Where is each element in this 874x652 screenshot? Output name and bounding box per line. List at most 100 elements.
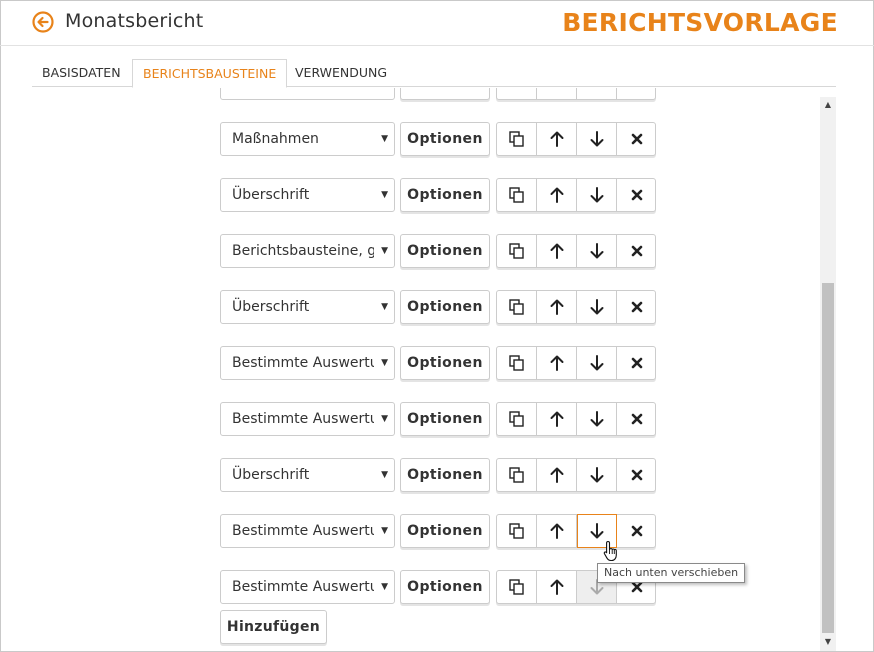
copy-button[interactable] (497, 515, 537, 547)
move-down-button[interactable] (577, 179, 617, 211)
options-button[interactable]: Optionen (400, 402, 490, 436)
copy-icon (508, 131, 524, 147)
close-icon (631, 469, 643, 481)
list-item: Bestimmte Auswertung ▼ Optionen (220, 346, 656, 380)
move-down-button[interactable] (577, 235, 617, 267)
select-value: Überschrift (232, 467, 310, 483)
move-up-button[interactable] (537, 179, 577, 211)
options-button[interactable] (400, 88, 490, 100)
select-value: Überschrift (232, 299, 310, 315)
delete-button[interactable] (617, 515, 657, 547)
select-value: Überschrift (232, 187, 310, 203)
options-button[interactable]: Optionen (400, 514, 490, 548)
tab-berichtsbausteine[interactable]: BERICHTSBAUSTEINE (132, 59, 288, 88)
copy-button[interactable] (497, 179, 537, 211)
add-button[interactable]: Hinzufügen (220, 610, 327, 644)
move-up-button[interactable] (537, 459, 577, 491)
copy-button[interactable] (497, 347, 537, 379)
delete-button[interactable] (617, 88, 657, 99)
move-up-button[interactable] (537, 88, 577, 99)
scroll-down-icon[interactable]: ▼ (820, 637, 836, 647)
list-item: Bestimmte Auswertung ▼ Optionen (220, 570, 656, 604)
baustein-select[interactable] (220, 88, 395, 100)
brand-title: BERICHTSVORLAGE (562, 8, 838, 37)
delete-button[interactable] (617, 291, 657, 323)
copy-button[interactable] (497, 571, 537, 603)
row-actions (496, 122, 656, 156)
baustein-select[interactable]: Maßnahmen ▼ (220, 122, 395, 156)
arrow-down-icon (590, 411, 603, 427)
arrow-up-icon (550, 243, 563, 259)
delete-button[interactable] (617, 235, 657, 267)
header: Monatsbericht BERICHTSVORLAGE (0, 0, 874, 46)
move-down-button[interactable] (577, 347, 617, 379)
options-button[interactable]: Optionen (400, 570, 490, 604)
copy-icon (508, 579, 524, 595)
tab-verwendung[interactable]: VERWENDUNG (285, 59, 397, 87)
baustein-select[interactable]: Bestimmte Auswertung ▼ (220, 346, 395, 380)
delete-button[interactable] (617, 347, 657, 379)
arrow-down-icon (590, 131, 603, 147)
options-button[interactable]: Optionen (400, 346, 490, 380)
options-button[interactable]: Optionen (400, 122, 490, 156)
baustein-select[interactable]: Bestimmte Auswertung ▼ (220, 570, 395, 604)
baustein-select[interactable]: Überschrift ▼ (220, 290, 395, 324)
scrollbar[interactable]: ▲ ▼ (820, 97, 836, 651)
close-icon (631, 133, 643, 145)
baustein-select[interactable]: Berichtsbausteine, gruppiert ▼ (220, 234, 395, 268)
list-item (220, 88, 656, 100)
delete-button[interactable] (617, 123, 657, 155)
row-actions (496, 178, 656, 212)
close-icon (631, 245, 643, 257)
move-up-button[interactable] (537, 347, 577, 379)
move-up-button[interactable] (537, 571, 577, 603)
baustein-select[interactable]: Überschrift ▼ (220, 458, 395, 492)
back-arrow-icon[interactable] (32, 11, 54, 33)
options-button[interactable]: Optionen (400, 458, 490, 492)
copy-button[interactable] (497, 459, 537, 491)
caret-down-icon: ▼ (381, 190, 388, 200)
copy-button[interactable] (497, 403, 537, 435)
move-up-button[interactable] (537, 291, 577, 323)
arrow-down-icon (590, 523, 604, 539)
move-down-button[interactable] (577, 459, 617, 491)
copy-button[interactable] (497, 123, 537, 155)
row-actions (496, 514, 656, 548)
move-up-button[interactable] (537, 403, 577, 435)
arrow-up-icon (550, 411, 563, 427)
copy-button[interactable] (497, 88, 537, 99)
caret-down-icon: ▼ (381, 414, 388, 424)
baustein-select[interactable]: Bestimmte Auswertung ▼ (220, 514, 395, 548)
options-button[interactable]: Optionen (400, 290, 490, 324)
select-value: Bestimmte Auswertung (232, 523, 374, 539)
tab-basisdaten[interactable]: BASISDATEN (32, 59, 131, 87)
baustein-select[interactable]: Bestimmte Auswertung ▼ (220, 402, 395, 436)
move-down-button[interactable] (577, 88, 617, 99)
move-down-button[interactable] (577, 123, 617, 155)
arrow-down-icon (590, 187, 603, 203)
list-item: Überschrift ▼ Optionen (220, 458, 656, 492)
move-down-button[interactable] (577, 403, 617, 435)
delete-button[interactable] (617, 179, 657, 211)
move-up-button[interactable] (537, 235, 577, 267)
baustein-select[interactable]: Überschrift ▼ (220, 178, 395, 212)
hand-pointer-icon (603, 540, 617, 562)
row-actions (496, 88, 656, 100)
copy-button[interactable] (497, 291, 537, 323)
scroll-thumb[interactable] (822, 283, 834, 633)
delete-button[interactable] (617, 459, 657, 491)
scroll-up-icon[interactable]: ▲ (820, 100, 836, 110)
caret-down-icon: ▼ (381, 582, 388, 592)
copy-icon (508, 355, 524, 371)
move-up-button[interactable] (537, 515, 577, 547)
move-down-button[interactable] (577, 291, 617, 323)
options-button[interactable]: Optionen (400, 178, 490, 212)
delete-button[interactable] (617, 403, 657, 435)
close-icon (631, 413, 643, 425)
options-button[interactable]: Optionen (400, 234, 490, 268)
list-item: Überschrift ▼ Optionen (220, 290, 656, 324)
list-item: Berichtsbausteine, gruppiert ▼ Optionen (220, 234, 656, 268)
move-up-button[interactable] (537, 123, 577, 155)
copy-button[interactable] (497, 235, 537, 267)
select-value: Bestimmte Auswertung (232, 579, 374, 595)
